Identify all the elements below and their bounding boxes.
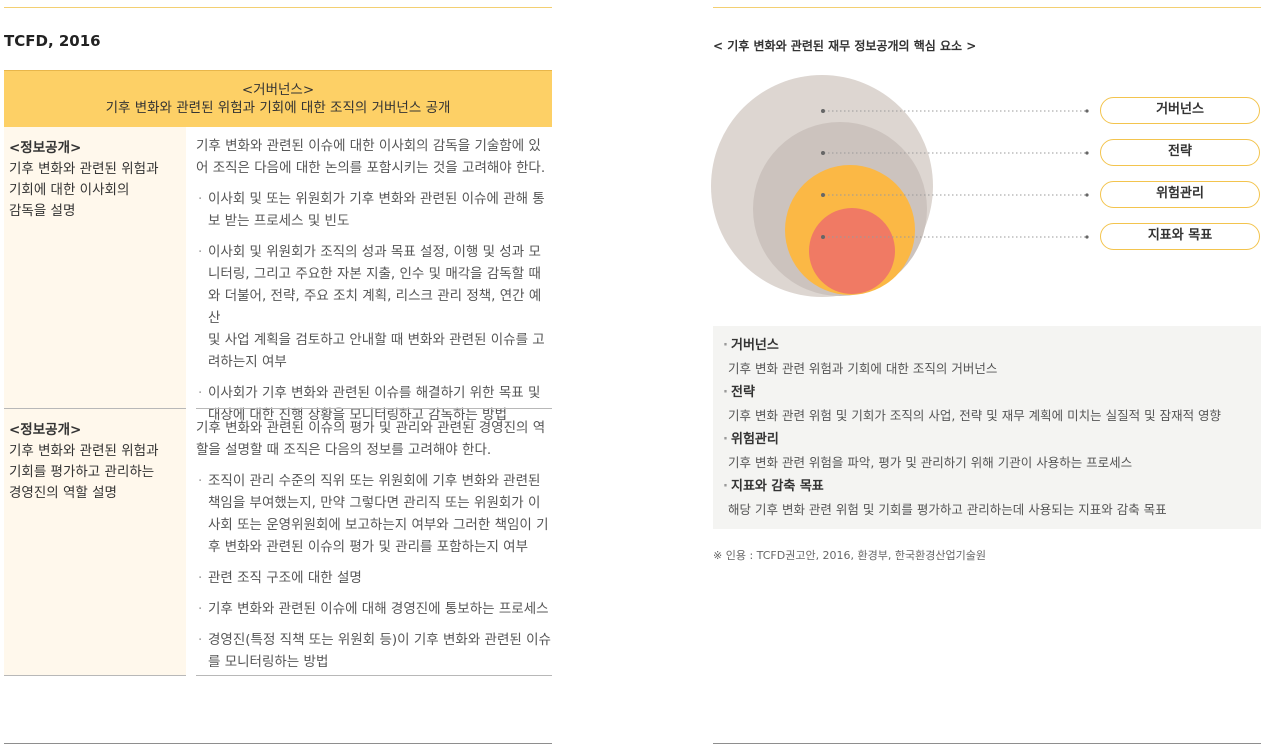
bottom-rule-left [4, 743, 552, 744]
intro-line: 기후 변화와 관련된 이슈에 대한 이사회의 감독을 기술함에 있 [196, 138, 541, 154]
list-item: 이사회 및 위원회가 조직의 성과 목표 설정, 이행 및 성과 모 니터링, … [196, 241, 552, 373]
row-label-title: <정보공개> [9, 140, 82, 156]
top-rule-left [4, 7, 552, 8]
core-elements-diagram: 거버넌스 전략 위험관리 지표와 목표 [710, 70, 1270, 310]
row-label-cell: <정보공개> 기후 변화와 관련된 위험과 기회를 평가하고 관리하는 경영진의… [4, 409, 186, 676]
description-title: 위험관리 [723, 431, 1132, 449]
list-item: 기후 변화와 관련된 이슈에 대해 경영진에 통보하는 프로세스 [196, 598, 552, 620]
leader-dot [821, 193, 825, 197]
description-body: 해당 기후 변화 관련 위험 및 기회를 평가하고 관리하는데 사용되는 지표와… [728, 502, 1167, 517]
leader-dot [1085, 109, 1089, 113]
description-item-risk: 위험관리 기후 변화 관련 위험을 파악, 평가 및 관리하기 위해 기관이 사… [723, 431, 1132, 472]
list-item: 경영진(특정 직책 또는 위원회 등)이 기후 변화와 관련된 이슈 를 모니터… [196, 629, 552, 673]
leader-dot [821, 151, 825, 155]
list-item-line: 조직이 관리 수준의 직위 또는 위원회에 기후 변화와 관련된 [208, 473, 541, 489]
description-item-strategy: 전략 기후 변화 관련 위험 및 기회가 조직의 사업, 전략 및 재무 계획에… [723, 384, 1221, 425]
list-item-line: 이사회 및 또는 위원회가 기후 변화와 관련된 이슈에 관해 통 [208, 191, 545, 207]
leader-dot [821, 109, 825, 113]
governance-label: 거버넌스 [1100, 97, 1260, 124]
metrics-targets-label: 지표와 목표 [1100, 223, 1260, 250]
list-item-line: 보 받는 프로세스 및 빈도 [208, 213, 350, 229]
description-item-metrics: 지표와 감축 목표 해당 기후 변화 관련 위험 및 기회를 평가하고 관리하는… [723, 478, 1167, 519]
description-body: 기후 변화 관련 위험 및 기회가 조직의 사업, 전략 및 재무 계획에 미치… [728, 408, 1222, 423]
list-item-line: 이사회가 기후 변화와 관련된 이슈를 해결하기 위한 목표 및 [208, 385, 541, 401]
list-item: 조직이 관리 수준의 직위 또는 위원회에 기후 변화와 관련된 책임을 부여했… [196, 470, 552, 558]
row-label-line: 기회를 평가하고 관리하는 [9, 464, 155, 480]
description-box: 거버넌스 기후 변화 관련 위험과 기회에 대한 조직의 거버넌스 전략 기후 … [713, 326, 1261, 529]
list-item-line: 경영진(특정 직책 또는 위원회 등)이 기후 변화와 관련된 이슈 [208, 632, 551, 648]
table-header-title: <거버넌스> [241, 82, 315, 98]
intro-line: 어 조직은 다음에 대한 논의를 포함시키는 것을 고려해야 한다. [196, 160, 546, 176]
description-title: 거버넌스 [723, 337, 997, 355]
leader-dot [821, 235, 825, 239]
row-label-line: 기후 변화와 관련된 위험과 [9, 443, 159, 459]
table-row-governance-board: <정보공개> 기후 변화와 관련된 위험과 기회에 대한 이사회의 감독을 설명… [4, 127, 552, 423]
list-item-line: 려하는지 여부 [208, 354, 287, 370]
list-item-line: 사회 또는 운영위원회에 보고하는지 여부와 그러한 책임이 기 [208, 517, 549, 533]
description-body: 기후 변화 관련 위험과 기회에 대한 조직의 거버넌스 [728, 361, 998, 376]
page-heading: TCFD, 2016 [4, 32, 101, 50]
description-item-governance: 거버넌스 기후 변화 관련 위험과 기회에 대한 조직의 거버넌스 [723, 337, 997, 378]
row-label-line: 기회에 대한 이사회의 [9, 182, 130, 198]
list-item-line: 와 더불어, 전략, 주요 조치 계획, 리스크 관리 정책, 연간 예산 [208, 288, 542, 326]
description-title: 전략 [723, 384, 1221, 402]
table-header: <거버넌스> 기후 변화와 관련된 위험과 기회에 대한 조직의 거버넌스 공개 [4, 70, 552, 127]
row-label-line: 경영진의 역할 설명 [9, 485, 117, 501]
list-item-line: 이사회 및 위원회가 조직의 성과 목표 설정, 이행 및 성과 모 [208, 244, 541, 260]
leader-dot [1085, 193, 1089, 197]
row-label-line: 기후 변화와 관련된 위험과 [9, 161, 159, 177]
diagram-heading: < 기후 변화와 관련된 재무 정보공개의 핵심 요소 > [713, 39, 977, 53]
row-label-cell: <정보공개> 기후 변화와 관련된 위험과 기회에 대한 이사회의 감독을 설명 [4, 127, 186, 409]
description-title: 지표와 감축 목표 [723, 478, 1167, 496]
row-label-line: 감독을 설명 [9, 203, 76, 219]
leader-dot [1085, 151, 1089, 155]
strategy-label: 전략 [1100, 139, 1260, 166]
table-row-management-role: <정보공개> 기후 변화와 관련된 위험과 기회를 평가하고 관리하는 경영진의… [4, 409, 552, 676]
table-header-subtitle: 기후 변화와 관련된 위험과 기회에 대한 조직의 거버넌스 공개 [105, 100, 451, 116]
leader-dot [1085, 235, 1089, 239]
row-intro: 기후 변화와 관련된 이슈에 대한 이사회의 감독을 기술함에 있 어 조직은 … [196, 127, 552, 179]
intro-line: 할을 설명할 때 조직은 다음의 정보를 고려해야 한다. [196, 442, 492, 458]
list-item: 이사회 및 또는 위원회가 기후 변화와 관련된 이슈에 관해 통 보 받는 프… [196, 188, 552, 232]
list-item-line: 관련 조직 구조에 대한 설명 [208, 570, 362, 586]
list-item-line: 니터링, 그리고 주요한 자본 지출, 인수 및 매각을 감독할 때 [208, 266, 541, 282]
row-divider [196, 675, 552, 676]
top-rule-right [713, 7, 1261, 8]
list-item-line: 후 변화와 관련된 이슈의 평가 및 관리를 포함하는지 여부 [208, 539, 528, 555]
description-body: 기후 변화 관련 위험을 파악, 평가 및 관리하기 위해 기관이 사용하는 프… [728, 455, 1133, 470]
risk-management-label: 위험관리 [1100, 181, 1260, 208]
row-intro: 기후 변화와 관련된 이슈의 평가 및 관리와 관련된 경영진의 역 할을 설명… [196, 409, 552, 461]
list-item-line: 및 사업 계획을 검토하고 안내할 때 변화와 관련된 이슈를 고 [208, 332, 545, 348]
source-note: ※ 인용 : TCFD권고안, 2016, 환경부, 한국환경산업기술원 [713, 549, 986, 562]
list-item-line: 책임을 부여했는지, 만약 그렇다면 관리직 또는 위원회가 이 [208, 495, 541, 511]
metrics-circle [809, 208, 895, 294]
bottom-rule-right [713, 743, 1261, 744]
row-content-cell: 기후 변화와 관련된 이슈에 대한 이사회의 감독을 기술함에 있 어 조직은 … [196, 127, 552, 426]
list-item: 관련 조직 구조에 대한 설명 [196, 567, 552, 589]
row-content-cell: 기후 변화와 관련된 이슈의 평가 및 관리와 관련된 경영진의 역 할을 설명… [196, 409, 552, 673]
row-label-title: <정보공개> [9, 422, 82, 438]
row-divider [4, 675, 186, 676]
list-item-line: 기후 변화와 관련된 이슈에 대해 경영진에 통보하는 프로세스 [208, 601, 549, 617]
list-item-line: 를 모니터링하는 방법 [208, 654, 329, 670]
intro-line: 기후 변화와 관련된 이슈의 평가 및 관리와 관련된 경영진의 역 [196, 420, 546, 436]
